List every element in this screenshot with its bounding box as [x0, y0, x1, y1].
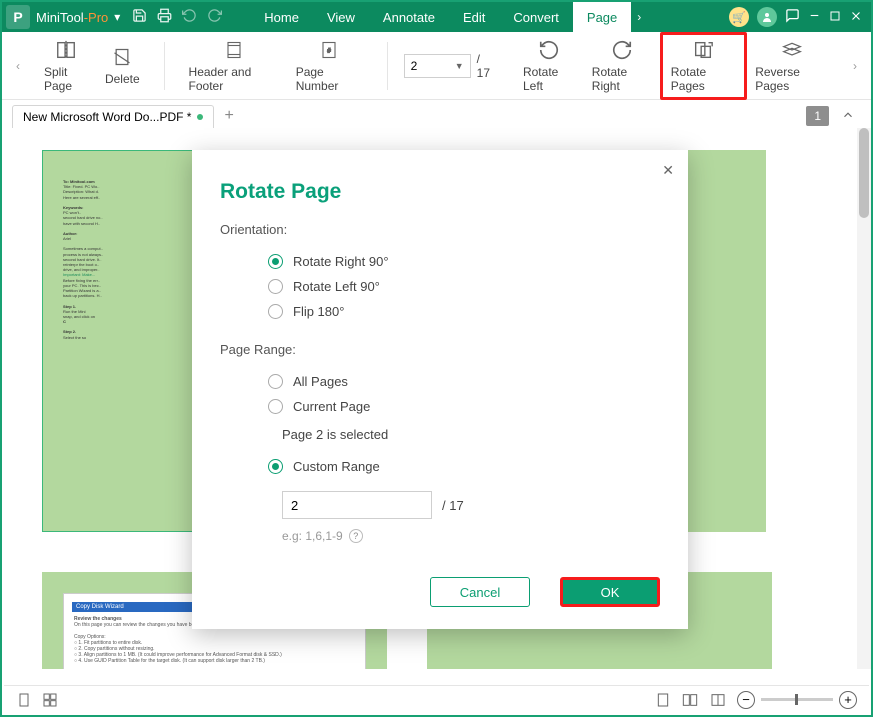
- menu-tabs: Home View Annotate Edit Convert Page: [250, 2, 631, 32]
- radio-icon: [268, 459, 283, 474]
- page-total-label: / 17: [477, 52, 495, 80]
- split-page-button[interactable]: Split Page: [36, 35, 97, 97]
- header-footer-button[interactable]: Header and Footer: [181, 35, 288, 97]
- app-window: P MiniTool-Pro ▾ Home View Annotate Edit…: [0, 0, 873, 717]
- current-page-badge: 1: [806, 106, 829, 126]
- scrollbar-thumb[interactable]: [859, 128, 869, 218]
- rotate-left-icon: [537, 39, 561, 61]
- range-total-label: / 17: [442, 498, 464, 513]
- undo-icon[interactable]: [182, 8, 197, 26]
- reverse-pages-button[interactable]: Reverse Pages: [747, 35, 837, 97]
- zoom-slider[interactable]: [761, 698, 833, 701]
- radio-icon: [268, 374, 283, 389]
- ribbon-nav-right-icon[interactable]: ›: [847, 59, 863, 73]
- dialog-close-button[interactable]: ✕: [662, 162, 674, 179]
- thumb-text: To: Minitool.com Title: Fixed. PC Wo..De…: [63, 179, 123, 340]
- collapse-icon[interactable]: [835, 106, 861, 127]
- tabs-more-icon[interactable]: ›: [631, 10, 647, 24]
- minimize-icon[interactable]: [808, 9, 821, 25]
- chevron-down-icon: ▼: [455, 61, 464, 71]
- ok-button[interactable]: OK: [560, 577, 660, 607]
- header-footer-icon: [222, 39, 246, 61]
- user-icon[interactable]: [757, 7, 777, 27]
- radio-icon: [268, 279, 283, 294]
- view-mode-3-icon[interactable]: [709, 692, 727, 708]
- orient-rotate-right[interactable]: Rotate Right 90°: [268, 249, 660, 274]
- vertical-scrollbar[interactable]: [857, 128, 871, 669]
- delete-icon: [110, 46, 134, 68]
- modified-dot-icon: [197, 114, 203, 120]
- page-number-icon: #: [317, 39, 341, 61]
- dialog-actions: Cancel OK: [220, 577, 660, 607]
- split-icon: [54, 39, 78, 61]
- zoom-knob[interactable]: [795, 694, 798, 705]
- svg-text:#: #: [328, 48, 332, 54]
- save-icon[interactable]: [132, 8, 147, 26]
- range-current-page[interactable]: Current Page: [268, 394, 660, 419]
- rotate-page-dialog: ✕ Rotate Page Orientation: Rotate Right …: [192, 150, 688, 629]
- ribbon-nav-left-icon[interactable]: ‹: [10, 59, 26, 73]
- view-single-icon[interactable]: [16, 692, 32, 708]
- page-number-button[interactable]: # Page Number: [288, 35, 371, 97]
- range-options: All Pages Current Page: [268, 369, 660, 419]
- range-info-label: Page 2 is selected: [282, 427, 660, 442]
- orient-rotate-left[interactable]: Rotate Left 90°: [268, 274, 660, 299]
- zoom-control: − +: [737, 691, 857, 709]
- radio-icon: [268, 399, 283, 414]
- file-tabs: New Microsoft Word Do...PDF * + 1: [2, 100, 871, 128]
- page-number-input[interactable]: 2 ▼: [404, 54, 471, 78]
- view-mode-1-icon[interactable]: [655, 692, 671, 708]
- brand-dropdown-icon[interactable]: ▾: [114, 10, 120, 24]
- quick-access-toolbar: [124, 8, 230, 26]
- rotate-right-icon: [610, 39, 634, 61]
- tab-annotate[interactable]: Annotate: [369, 2, 449, 32]
- app-logo: P: [6, 5, 30, 29]
- radio-icon: [268, 254, 283, 269]
- custom-range-input[interactable]: [282, 491, 432, 519]
- file-tab[interactable]: New Microsoft Word Do...PDF *: [12, 105, 214, 128]
- range-custom-row: Custom Range: [268, 454, 660, 479]
- add-tab-button[interactable]: +: [224, 107, 233, 125]
- tab-convert[interactable]: Convert: [499, 2, 573, 32]
- tab-home[interactable]: Home: [250, 2, 313, 32]
- range-all-pages[interactable]: All Pages: [268, 369, 660, 394]
- app-brand: MiniTool-Pro: [34, 10, 110, 25]
- tab-edit[interactable]: Edit: [449, 2, 499, 32]
- reverse-pages-icon: [780, 39, 804, 61]
- print-icon[interactable]: [157, 8, 172, 26]
- rotate-pages-button[interactable]: Rotate Pages: [660, 32, 747, 100]
- zoom-in-button[interactable]: +: [839, 691, 857, 709]
- rotate-left-button[interactable]: Rotate Left: [515, 35, 584, 97]
- help-icon[interactable]: ?: [349, 529, 363, 543]
- range-label: Page Range:: [220, 342, 660, 357]
- orientation-options: Rotate Right 90° Rotate Left 90° Flip 18…: [268, 249, 660, 324]
- orient-flip[interactable]: Flip 180°: [268, 299, 660, 324]
- range-hint: e.g: 1,6,1-9 ?: [282, 529, 660, 543]
- tab-page[interactable]: Page: [573, 2, 631, 32]
- dialog-title: Rotate Page: [220, 180, 660, 204]
- maximize-icon[interactable]: [829, 10, 841, 25]
- titlebar: P MiniTool-Pro ▾ Home View Annotate Edit…: [2, 2, 871, 32]
- redo-icon[interactable]: [207, 8, 222, 26]
- rotate-pages-icon: [691, 39, 715, 61]
- view-grid-icon[interactable]: [42, 692, 58, 708]
- delete-button[interactable]: Delete: [97, 42, 148, 90]
- view-bar: − +: [4, 685, 869, 713]
- range-custom[interactable]: Custom Range: [268, 454, 660, 479]
- tab-view[interactable]: View: [313, 2, 369, 32]
- orientation-label: Orientation:: [220, 222, 660, 237]
- cart-icon[interactable]: 🛒: [729, 7, 749, 27]
- titlebar-right: 🛒: [721, 7, 871, 27]
- ribbon: ‹ Split Page Delete Header and Footer # …: [2, 32, 871, 100]
- rotate-right-button[interactable]: Rotate Right: [584, 35, 660, 97]
- view-mode-2-icon[interactable]: [681, 692, 699, 708]
- radio-icon: [268, 304, 283, 319]
- range-input-row: / 17: [282, 491, 660, 519]
- page-selector: 2 ▼ / 17: [404, 52, 495, 80]
- feedback-icon[interactable]: [785, 8, 800, 26]
- cancel-button[interactable]: Cancel: [430, 577, 530, 607]
- zoom-out-button[interactable]: −: [737, 691, 755, 709]
- close-icon[interactable]: [849, 9, 863, 26]
